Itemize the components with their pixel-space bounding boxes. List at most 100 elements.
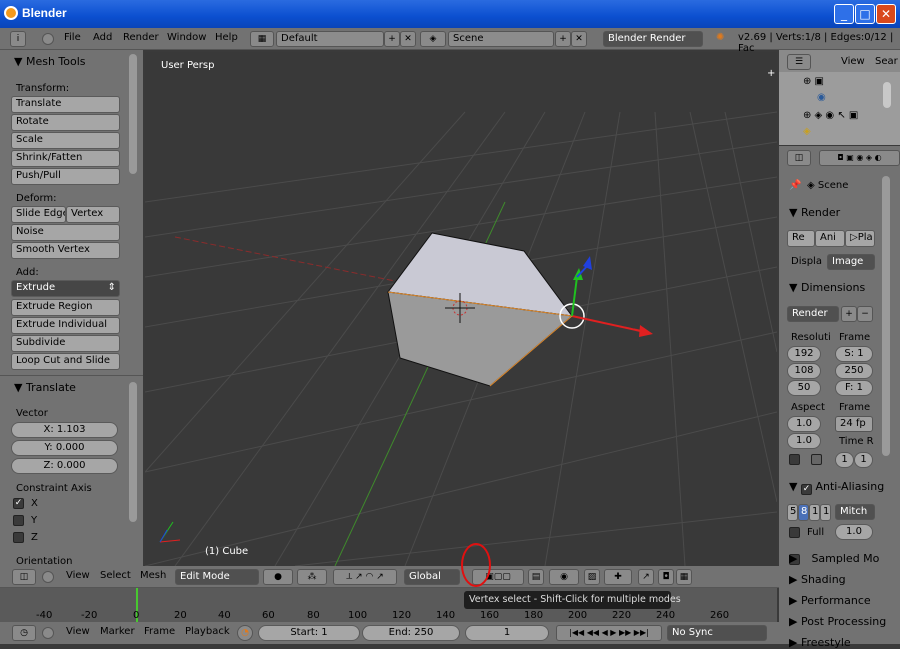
frame-start-field[interactable]: S: 1: [835, 346, 873, 362]
push-pull-button[interactable]: Push/Pull: [11, 168, 120, 185]
screen-layout-icon[interactable]: ▦: [250, 31, 274, 47]
menu-frame[interactable]: Frame: [144, 626, 175, 637]
mesh-tools-header[interactable]: ▼ Mesh Tools: [14, 55, 86, 68]
pivot-icon[interactable]: ⁂: [297, 569, 327, 585]
menu-select[interactable]: Select: [100, 570, 131, 581]
display-select[interactable]: Image: [827, 254, 875, 270]
sampled-motion-blur-header[interactable]: ▶ Sampled Mo: [789, 552, 879, 565]
menu-mesh[interactable]: Mesh: [140, 570, 166, 581]
loop-cut-button[interactable]: Loop Cut and Slide: [11, 353, 120, 370]
add-layout-icon[interactable]: +: [384, 31, 400, 47]
resolution-percent-field[interactable]: 50: [787, 380, 821, 396]
vector-z-field[interactable]: Z: 0.000: [11, 458, 118, 474]
vector-x-field[interactable]: X: 1.103: [11, 422, 118, 438]
crop-checkbox[interactable]: [811, 454, 822, 465]
render-engine-select[interactable]: Blender Render: [603, 31, 703, 47]
sync-mode-select[interactable]: No Sync: [667, 625, 767, 641]
properties-editor-icon[interactable]: ◫: [787, 150, 811, 166]
collapse-menu-icon[interactable]: [42, 33, 54, 45]
render-animation-button[interactable]: Ani: [815, 230, 845, 247]
frame-end-field[interactable]: 250: [835, 363, 873, 379]
vector-y-field[interactable]: Y: 0.000: [11, 440, 118, 456]
rotate-button[interactable]: Rotate: [11, 114, 120, 131]
manipulator-y-arrow[interactable]: [571, 276, 578, 317]
aa-samples-16[interactable]: 1: [820, 504, 831, 521]
mode-select[interactable]: Edit Mode: [175, 569, 259, 585]
resolution-y-field[interactable]: 108: [787, 363, 821, 379]
snap-target-icon[interactable]: ↗: [638, 569, 654, 585]
filter-size-field[interactable]: 1.0: [835, 524, 873, 540]
playback-controls-icons[interactable]: |◀◀ ◀◀ ◀ ▶ ▶▶ ▶▶|: [556, 625, 662, 641]
translate-panel-header[interactable]: ▼ Translate: [14, 381, 76, 394]
pin-icon[interactable]: 📌: [789, 180, 801, 191]
aspect-x-field[interactable]: 1.0: [787, 416, 821, 432]
play-rendered-button[interactable]: ▷Pla: [845, 230, 875, 247]
extrude-dropdown[interactable]: Extrude ⇕: [11, 280, 120, 297]
render-still-button[interactable]: Re: [787, 230, 815, 247]
collapse-view-menu-icon[interactable]: [42, 571, 54, 583]
constraint-x-checkbox[interactable]: ✓: [13, 498, 24, 509]
aspect-y-field[interactable]: 1.0: [787, 433, 821, 449]
camera-icon[interactable]: ◉: [817, 92, 826, 103]
properties-scrollbar[interactable]: [882, 176, 890, 456]
outliner-editor-icon[interactable]: ☰: [787, 54, 811, 70]
menu-render[interactable]: Render: [123, 32, 159, 43]
menu-file[interactable]: File: [64, 32, 81, 43]
3d-viewport[interactable]: User Persp (1) Cube +: [145, 52, 777, 566]
subdivide-button[interactable]: Subdivide: [11, 335, 120, 352]
remove-preset-icon[interactable]: −: [857, 306, 873, 322]
outliner[interactable]: ☰ View Sear ⊕ ▣ ◉ ⊕ ◈ ◉ ↖ ▣ ◈: [779, 50, 900, 145]
anti-aliasing-panel-header[interactable]: ▼ ✓ Anti-Aliasing: [789, 480, 884, 495]
outliner-search-label[interactable]: Sear: [875, 56, 898, 67]
menu-window[interactable]: Window: [167, 32, 206, 43]
aa-samples-5[interactable]: 5: [787, 504, 798, 521]
scene-field[interactable]: Scene: [448, 31, 554, 47]
freestyle-panel-header[interactable]: ▶ Freestyle: [789, 636, 851, 649]
slide-vertex-button[interactable]: Vertex: [66, 206, 120, 223]
scene-icon[interactable]: ◈: [420, 31, 446, 47]
menu-marker[interactable]: Marker: [100, 626, 135, 637]
close-icon[interactable]: ✕: [876, 4, 896, 24]
post-processing-panel-header[interactable]: ▶ Post Processing: [789, 615, 886, 628]
constraint-y-checkbox[interactable]: [13, 515, 24, 526]
minimize-icon[interactable]: _: [834, 4, 854, 24]
render-preview-icon[interactable]: ◘: [658, 569, 674, 585]
render-preset-select[interactable]: Render: [787, 306, 839, 322]
viewport-expand-icon[interactable]: +: [767, 68, 775, 79]
full-sample-checkbox[interactable]: [789, 527, 800, 538]
lamp-icon[interactable]: ◈: [803, 126, 811, 137]
snap-toggle-icon[interactable]: ▨: [584, 569, 600, 585]
remove-scene-icon[interactable]: ✕: [571, 31, 587, 47]
time-old-field[interactable]: 1: [835, 452, 854, 468]
scale-button[interactable]: Scale: [11, 132, 120, 149]
end-frame-field[interactable]: End: 250: [362, 625, 460, 641]
render-animation-icon[interactable]: ▦: [676, 569, 692, 585]
translate-button[interactable]: Translate: [11, 96, 120, 113]
menu-playback[interactable]: Playback: [185, 626, 230, 637]
shading-panel-header[interactable]: ▶ Shading: [789, 573, 846, 586]
proportional-edit-icon[interactable]: ◉: [549, 569, 579, 585]
world-icon[interactable]: ⊕ ▣: [803, 76, 824, 87]
start-frame-field[interactable]: Start: 1: [258, 625, 360, 641]
shrink-fatten-button[interactable]: Shrink/Fatten: [11, 150, 120, 167]
menu-outliner-view[interactable]: View: [841, 56, 865, 67]
context-tabs-icons[interactable]: ◘ ▣ ◉ ◈ ◐: [819, 150, 900, 166]
noise-button[interactable]: Noise: [11, 224, 120, 241]
object-icons[interactable]: ⊕ ◈ ◉ ↖ ▣: [803, 110, 858, 121]
orientation-select[interactable]: Global: [404, 569, 460, 585]
add-preset-icon[interactable]: +: [841, 306, 857, 322]
editor-type-icon[interactable]: ◫: [12, 569, 36, 585]
tool-shelf-scrollbar[interactable]: [129, 54, 137, 174]
frame-step-field[interactable]: F: 1: [835, 380, 873, 396]
preview-range-icon[interactable]: ◔: [237, 625, 253, 641]
dimensions-panel-header[interactable]: ▼ Dimensions: [789, 281, 865, 294]
limit-selection-icon[interactable]: ▤: [528, 569, 544, 585]
anti-aliasing-checkbox[interactable]: ✓: [800, 484, 812, 495]
smooth-vertex-button[interactable]: Smooth Vertex: [11, 242, 120, 259]
aa-samples-11[interactable]: 1: [809, 504, 820, 521]
render-panel-header[interactable]: ▼ Render: [789, 206, 840, 219]
operator-scrollbar[interactable]: [129, 382, 137, 522]
timeline-editor-icon[interactable]: ◷: [12, 625, 36, 641]
manipulator-icons[interactable]: ⟂ ↗ ◠ ↗: [333, 569, 397, 585]
shading-icon[interactable]: ●: [263, 569, 293, 585]
